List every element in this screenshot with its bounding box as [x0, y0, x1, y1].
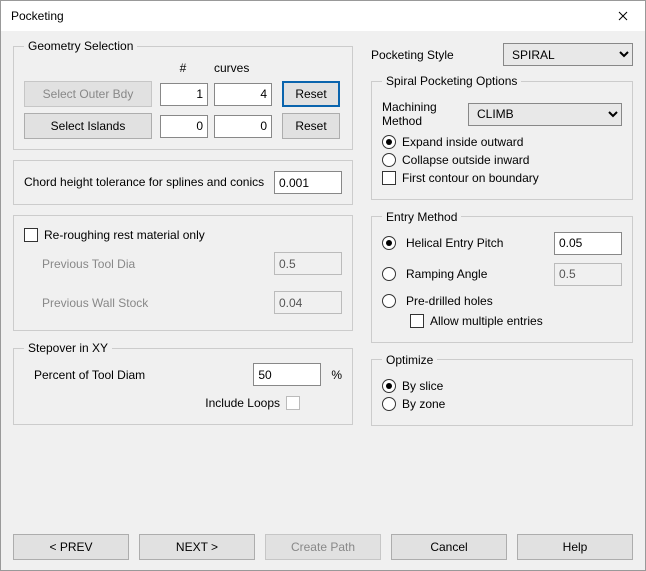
include-loops-checkbox[interactable] [286, 396, 300, 410]
close-button[interactable] [600, 1, 645, 31]
dialog-window: Pocketing Geometry Selection # curves Se… [0, 0, 646, 571]
outer-curves-field[interactable] [214, 83, 272, 106]
predrilled-label: Pre-drilled holes [406, 294, 548, 308]
allow-multiple-checkbox[interactable] [410, 314, 424, 328]
close-icon [618, 11, 628, 21]
help-button[interactable]: Help [517, 534, 633, 560]
prev-tool-dia-field [274, 252, 342, 275]
percent-label: Percent of Tool Diam [34, 368, 145, 382]
content-area: Geometry Selection # curves Select Outer… [1, 31, 645, 570]
reset-islands-button[interactable]: Reset [282, 113, 340, 139]
allow-multiple-label: Allow multiple entries [430, 314, 543, 328]
reroughing-label: Re-roughing rest material only [44, 228, 205, 242]
chord-label: Chord height tolerance for splines and c… [24, 175, 268, 191]
prev-button[interactable]: < PREV [13, 534, 129, 560]
include-loops-label: Include Loops [205, 396, 280, 410]
collapse-label: Collapse outside inward [402, 153, 529, 167]
prev-wall-stock-label: Previous Wall Stock [42, 296, 268, 310]
reroughing-group: Re-roughing rest material only Previous … [13, 215, 353, 331]
cancel-button[interactable]: Cancel [391, 534, 507, 560]
machining-method-label: Machining Method [382, 100, 462, 129]
first-contour-label: First contour on boundary [402, 171, 539, 185]
chord-group: Chord height tolerance for splines and c… [13, 160, 353, 205]
prev-wall-stock-field [274, 291, 342, 314]
expand-label: Expand inside outward [402, 135, 523, 149]
entry-legend: Entry Method [382, 210, 461, 224]
expand-radio[interactable] [382, 135, 396, 149]
spiral-legend: Spiral Pocketing Options [382, 74, 521, 88]
helical-radio[interactable] [382, 236, 396, 250]
first-contour-checkbox[interactable] [382, 171, 396, 185]
entry-method-group: Entry Method Helical Entry Pitch Ramping… [371, 210, 633, 343]
collapse-radio[interactable] [382, 153, 396, 167]
optimize-legend: Optimize [382, 353, 437, 367]
helical-label: Helical Entry Pitch [406, 236, 548, 250]
bottom-button-bar: < PREV NEXT > Create Path Cancel Help [13, 534, 633, 560]
prev-tool-dia-label: Previous Tool Dia [42, 257, 268, 271]
machining-method-select[interactable]: CLIMB [468, 103, 622, 126]
geometry-legend: Geometry Selection [24, 39, 137, 53]
pocketing-style-label: Pocketing Style [371, 48, 497, 62]
percent-field[interactable] [253, 363, 321, 386]
by-slice-label: By slice [402, 379, 443, 393]
titlebar: Pocketing [1, 1, 645, 31]
pocketing-style-select[interactable]: SPIRAL [503, 43, 633, 66]
optimize-group: Optimize By slice By zone [371, 353, 633, 426]
create-path-button[interactable]: Create Path [265, 534, 381, 560]
islands-curves-field[interactable] [214, 115, 272, 138]
helical-value-field[interactable] [554, 232, 622, 255]
chord-value-field[interactable] [274, 171, 342, 194]
ramping-label: Ramping Angle [406, 267, 548, 281]
spiral-options-group: Spiral Pocketing Options Machining Metho… [371, 74, 633, 200]
reset-outer-button[interactable]: Reset [282, 81, 340, 107]
select-outer-bdy-button[interactable]: Select Outer Bdy [24, 81, 152, 107]
by-zone-radio[interactable] [382, 397, 396, 411]
header-curves: curves [214, 61, 274, 75]
reroughing-checkbox[interactable] [24, 228, 38, 242]
by-zone-label: By zone [402, 397, 445, 411]
stepover-group: Stepover in XY Percent of Tool Diam % In… [13, 341, 353, 425]
window-title: Pocketing [11, 9, 600, 23]
geometry-selection-group: Geometry Selection # curves Select Outer… [13, 39, 353, 150]
select-islands-button[interactable]: Select Islands [24, 113, 152, 139]
ramping-value-field [554, 263, 622, 286]
islands-num-field[interactable] [160, 115, 208, 138]
next-button[interactable]: NEXT > [139, 534, 255, 560]
header-num: # [160, 61, 206, 75]
outer-num-field[interactable] [160, 83, 208, 106]
by-slice-radio[interactable] [382, 379, 396, 393]
stepover-legend: Stepover in XY [24, 341, 112, 355]
percent-unit: % [331, 368, 342, 382]
predrilled-radio[interactable] [382, 294, 396, 308]
ramping-radio[interactable] [382, 267, 396, 281]
